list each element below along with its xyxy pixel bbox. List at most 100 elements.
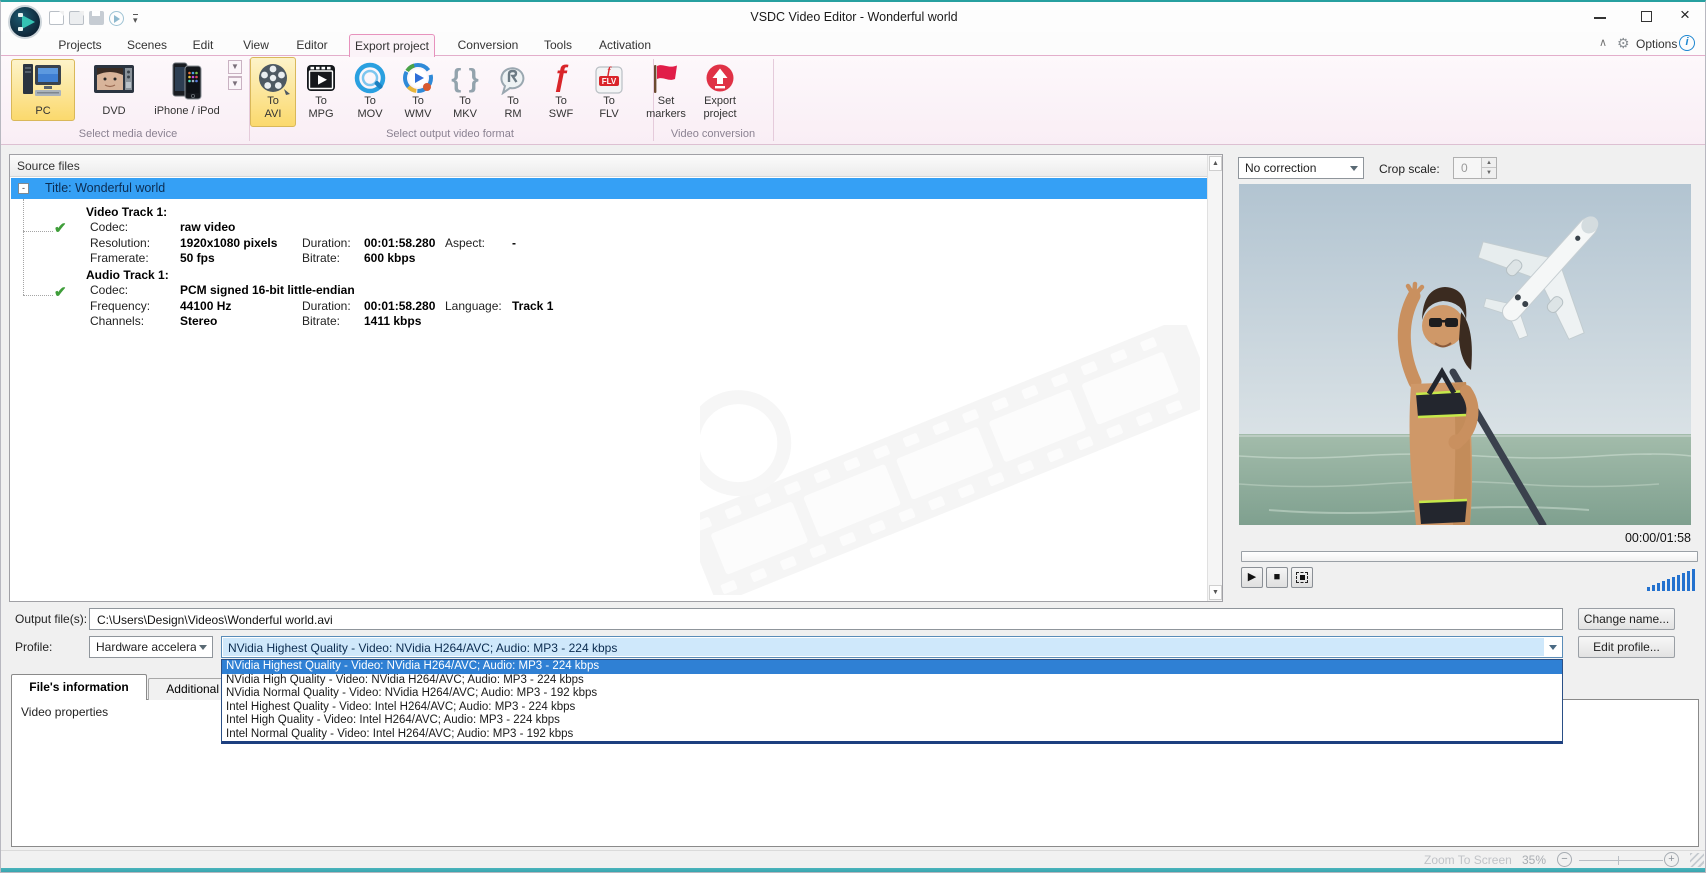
set-markers-button[interactable]: Set markers xyxy=(641,57,691,127)
info-icon[interactable]: i xyxy=(1679,35,1695,51)
mkv-braces-icon: { } xyxy=(448,61,482,95)
output-files-label: Output file(s): xyxy=(15,612,87,626)
tab-editor[interactable]: Editor xyxy=(289,34,335,56)
group-label-media-device: Select media device xyxy=(9,128,247,140)
open-project-icon[interactable] xyxy=(69,11,84,25)
video-track-check-icon[interactable]: ✔ xyxy=(54,219,67,237)
to-mpg-button[interactable]: To MPG xyxy=(298,57,344,127)
stop-button[interactable]: ■ xyxy=(1266,567,1288,588)
zoom-to-screen-label: Zoom To Screen xyxy=(1424,853,1512,867)
dropdown-item[interactable]: Intel Normal Quality - Video: Intel H264… xyxy=(222,728,1562,742)
play-button[interactable]: ▶ xyxy=(1241,567,1263,588)
scroll-up-icon[interactable]: ▲ xyxy=(1209,156,1222,171)
profile-combobox[interactable]: NVidia Highest Quality - Video: NVidia H… xyxy=(221,636,1563,658)
zoom-out-button[interactable]: − xyxy=(1557,852,1572,867)
group-label-video-conversion: Video conversion xyxy=(655,128,771,140)
flag-icon xyxy=(649,61,683,95)
new-project-icon[interactable] xyxy=(49,11,64,25)
correction-select[interactable]: No correction xyxy=(1238,157,1364,179)
gear-icon[interactable]: ⚙ xyxy=(1617,35,1630,52)
to-flv-button[interactable]: f FLV To FLV xyxy=(586,57,632,127)
dropdown-item[interactable]: NVidia Normal Quality - Video: NVidia H2… xyxy=(222,687,1562,701)
customize-toolbar-icon[interactable]: ▾ xyxy=(133,14,138,24)
vsdc-logo-icon[interactable] xyxy=(8,5,42,39)
window-bottom-edge xyxy=(1,868,1706,873)
tab-edit[interactable]: Edit xyxy=(185,34,221,56)
output-path-input[interactable]: C:\Users\Design\Videos\Wonderful world.a… xyxy=(89,608,1563,630)
quicktime-icon xyxy=(353,61,387,95)
device-dvd-label: DVD xyxy=(82,105,146,117)
profile-dropdown-list: NVidia Highest Quality - Video: NVidia H… xyxy=(221,659,1563,744)
device-pc-label: PC xyxy=(12,105,74,117)
svg-text:FLV: FLV xyxy=(602,77,617,86)
resize-grip[interactable] xyxy=(1690,853,1704,867)
chevron-down-icon xyxy=(199,645,207,650)
tree-title-label: Title: Wonderful world xyxy=(45,181,165,195)
source-files-scrollbar[interactable]: ▲ ▼ xyxy=(1207,155,1222,601)
device-dvd-button[interactable]: DVD xyxy=(81,59,147,121)
zoom-slider[interactable] xyxy=(1579,860,1663,861)
source-files-header: Source files xyxy=(10,155,1222,177)
iphone-icon xyxy=(167,62,207,100)
tab-activation[interactable]: Activation xyxy=(593,34,657,56)
menu-tab-row: Projects Scenes Edit View Editor Export … xyxy=(1,32,1706,56)
device-more-icon[interactable]: ▼ xyxy=(228,76,242,90)
options-button[interactable]: Options xyxy=(1636,37,1677,51)
tree-collapse-icon[interactable]: - xyxy=(18,183,29,194)
tab-conversion[interactable]: Conversion xyxy=(453,34,523,56)
chevron-down-icon xyxy=(1549,645,1557,650)
to-mkv-button[interactable]: { } To MKV xyxy=(442,57,488,127)
flv-icon: f FLV xyxy=(592,61,626,95)
pc-icon xyxy=(21,62,65,100)
tab-view[interactable]: View xyxy=(237,34,275,56)
to-mov-button[interactable]: To MOV xyxy=(347,57,393,127)
seek-bar[interactable] xyxy=(1241,551,1698,562)
scroll-down-icon[interactable]: ▼ xyxy=(1209,585,1222,600)
change-name-button[interactable]: Change name... xyxy=(1578,608,1675,630)
device-iphone-button[interactable]: iPhone / iPod xyxy=(149,59,225,121)
to-swf-button[interactable]: ƒ To SWF xyxy=(538,57,584,127)
crop-scale-stepper[interactable]: 0 ▲ ▼ xyxy=(1453,157,1497,179)
dropdown-item[interactable]: NVidia High Quality - Video: NVidia H264… xyxy=(222,674,1562,688)
dropdown-item[interactable]: NVidia Highest Quality - Video: NVidia H… xyxy=(222,660,1562,674)
device-scroll-down-icon[interactable]: ▼ xyxy=(228,60,242,74)
tab-tools[interactable]: Tools xyxy=(539,34,577,56)
dropdown-item[interactable]: Intel High Quality - Video: Intel H264/A… xyxy=(222,714,1562,728)
to-wmv-button[interactable]: To WMV xyxy=(395,57,441,127)
to-avi-button[interactable]: To AVI xyxy=(250,57,296,127)
ribbon: PC DVD xyxy=(1,56,1706,145)
source-files-panel: Source files - Title: Wonderful world ✔ xyxy=(9,154,1223,602)
device-iphone-label: iPhone / iPod xyxy=(150,105,224,117)
playback-time: 00:00/01:58 xyxy=(1481,531,1691,545)
dropdown-item[interactable]: Intel Highest Quality - Video: Intel H26… xyxy=(222,701,1562,715)
device-pc-button[interactable]: PC xyxy=(11,59,75,121)
minimize-button[interactable] xyxy=(1579,2,1623,30)
edit-profile-button[interactable]: Edit profile... xyxy=(1578,636,1675,658)
profile-label: Profile: xyxy=(15,640,52,654)
run-export-icon[interactable] xyxy=(109,11,124,26)
stepper-up-icon[interactable]: ▲ xyxy=(1481,158,1496,168)
frame-preview-button[interactable] xyxy=(1291,567,1313,588)
tab-projects[interactable]: Projects xyxy=(53,34,107,56)
collapse-ribbon-icon[interactable]: ∧ xyxy=(1599,36,1607,49)
tab-export-project[interactable]: Export project xyxy=(349,34,435,57)
close-button[interactable]: × xyxy=(1663,2,1706,30)
tree-row-title[interactable]: - Title: Wonderful world xyxy=(11,178,1207,199)
audio-track-check-icon[interactable]: ✔ xyxy=(54,283,67,301)
tab-scenes[interactable]: Scenes xyxy=(121,34,173,56)
crop-scale-label: Crop scale: xyxy=(1379,162,1440,176)
export-project-button[interactable]: Export project xyxy=(695,57,745,127)
mpg-filmstrip-icon xyxy=(304,61,338,95)
save-project-icon[interactable] xyxy=(89,11,104,25)
zoom-in-button[interactable]: + xyxy=(1664,852,1679,867)
film-reel-icon xyxy=(256,61,290,95)
app-window: ▾ VSDC Video Editor - Wonderful world × … xyxy=(0,0,1706,873)
dvd-icon xyxy=(91,62,137,100)
volume-meter-icon xyxy=(1647,569,1699,592)
hardware-accel-select[interactable]: Hardware accelerated xyxy=(89,636,213,658)
tab-files-information[interactable]: File's information xyxy=(11,674,147,700)
stepper-down-icon[interactable]: ▼ xyxy=(1481,168,1496,178)
video-track-name: Video Track 1: xyxy=(86,205,167,219)
to-rm-button[interactable]: To RM xyxy=(490,57,536,127)
real-media-icon xyxy=(496,61,530,95)
